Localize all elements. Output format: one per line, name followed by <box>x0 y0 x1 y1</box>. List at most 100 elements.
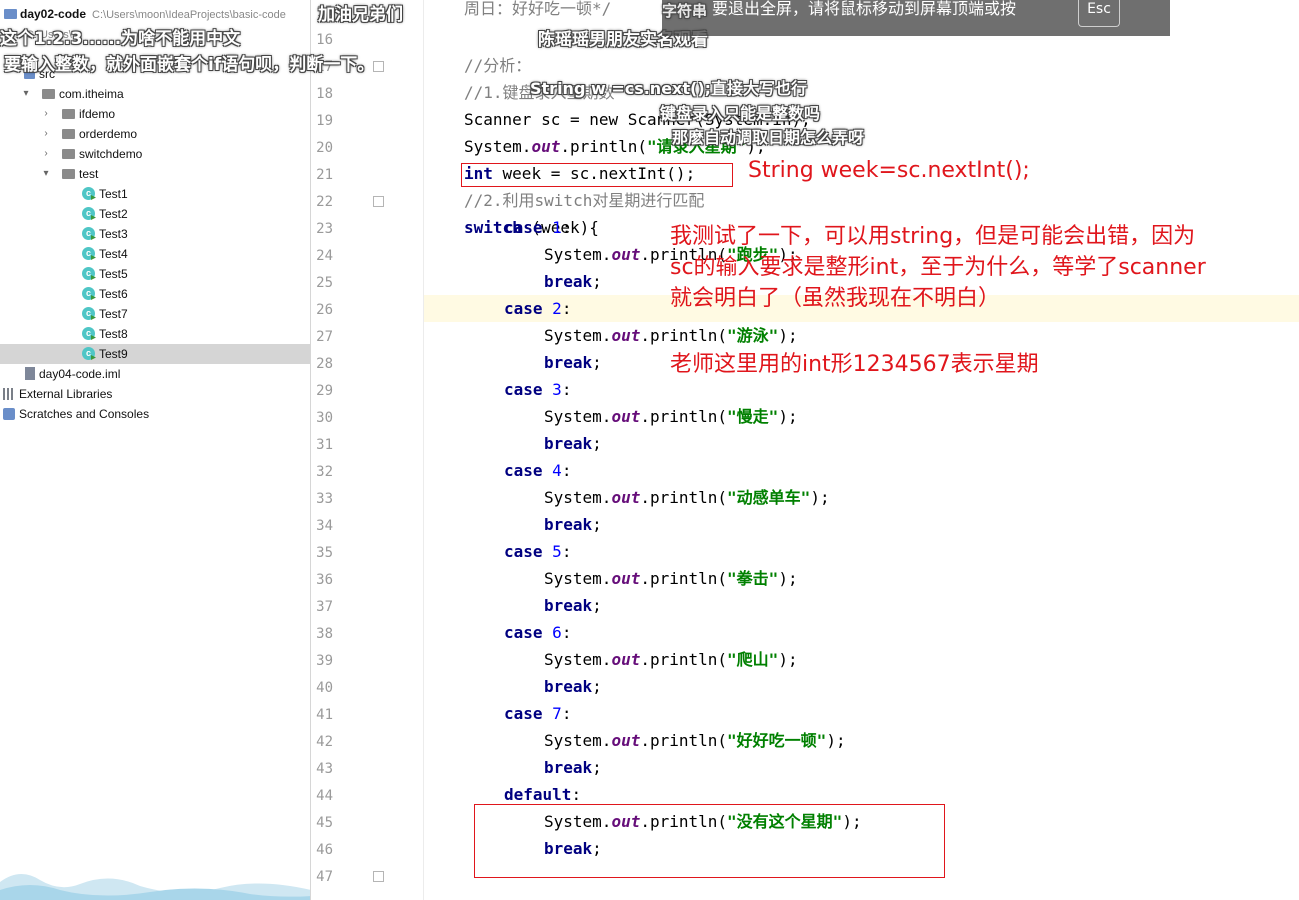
tree-item-scratches[interactable]: Scratches and Consoles <box>0 404 310 424</box>
folder-label: test <box>79 167 99 181</box>
danmaku-comment: 加油兄弟们 <box>318 5 403 25</box>
project-tree: day02-code C:\Users\moon\IdeaProjects\bas… <box>0 0 311 900</box>
code-line-21[interactable]: //2.利用switch对星期进行匹配 <box>464 187 704 214</box>
java-class-icon: c <box>82 287 95 300</box>
case-line[interactable]: case 5: <box>504 538 571 565</box>
annotation-explanation: 我测试了一下，可以用string，但是可能会出错，因为 sc的输入要求是整形in… <box>670 221 1206 314</box>
chevron-right-icon[interactable]: › <box>40 144 52 164</box>
tree-item-folder[interactable]: › orderdemo <box>0 124 310 144</box>
tree-item-day02-code[interactable]: day02-code C:\Users\moon\IdeaProjects\bas… <box>0 4 310 24</box>
tree-item-external-libraries[interactable]: External Libraries <box>0 384 310 404</box>
line-number: 25 <box>316 275 333 291</box>
folder-label: ifdemo <box>79 107 116 121</box>
tree-item-class[interactable]: c Test4 <box>0 244 310 264</box>
tree-item-class[interactable]: c Test2 <box>0 204 310 224</box>
tree-item-class-selected[interactable]: c Test9 <box>0 344 310 364</box>
code-line-15[interactable]: 周日：好好吃一顿*/ <box>464 0 611 22</box>
decorative-wave <box>0 874 310 900</box>
case-line[interactable]: case 3: <box>504 376 571 403</box>
break-line[interactable]: break; <box>544 673 602 700</box>
library-icon <box>3 388 15 400</box>
println-line[interactable]: System.out.println("拳击"); <box>544 565 798 592</box>
tree-item-class[interactable]: c Test1 <box>0 184 310 204</box>
tree-item-iml[interactable]: day04-code.iml <box>0 364 310 384</box>
annotation-teacher-note: 老师这里用的int形1234567表示星期 <box>670 352 1039 377</box>
println-line[interactable]: System.out.println("动感单车"); <box>544 484 830 511</box>
tree-item-folder[interactable]: ▾ test <box>0 164 310 184</box>
fold-marker-icon[interactable] <box>373 61 384 72</box>
fold-marker-icon[interactable] <box>373 871 384 882</box>
tree-item-package[interactable]: ▾ com.itheima <box>0 84 310 104</box>
line-number: 31 <box>316 437 333 453</box>
tree-item-class[interactable]: c Test5 <box>0 264 310 284</box>
line-number: 19 <box>316 113 333 129</box>
external-label: External Libraries <box>19 387 113 401</box>
line-number: 22 <box>316 194 333 210</box>
code-line-16[interactable]: //分析： <box>464 52 531 79</box>
tree-item-class[interactable]: c Test7 <box>0 304 310 324</box>
case-line[interactable]: case 1: <box>504 214 571 241</box>
println-line[interactable]: System.out.println("好好吃一顿"); <box>544 727 846 754</box>
println-line[interactable]: System.out.println("爬山"); <box>544 646 798 673</box>
class-label: Test3 <box>99 227 128 241</box>
tree-item-class[interactable]: c Test6 <box>0 284 310 304</box>
println-line[interactable]: System.out.println("慢走"); <box>544 403 798 430</box>
line-number: 46 <box>316 842 333 858</box>
line-number: 41 <box>316 707 333 723</box>
line-number: 29 <box>316 383 333 399</box>
danmaku-comment: 这个1.2.3......为啥不能用中文 <box>0 29 241 49</box>
danmaku-comment: 要输入整数，就外面嵌套个if语句呗，判断一下。 <box>4 55 375 75</box>
break-line[interactable]: break; <box>544 430 602 457</box>
break-line[interactable]: break; <box>544 592 602 619</box>
tree-item-folder[interactable]: › ifdemo <box>0 104 310 124</box>
line-number: 40 <box>316 680 333 696</box>
class-label: Test8 <box>99 327 128 341</box>
esc-key-hint[interactable]: Esc <box>1078 0 1120 27</box>
case-line[interactable]: case 7: <box>504 700 571 727</box>
break-line[interactable]: break; <box>544 511 602 538</box>
println-line[interactable]: System.out.println("游泳"); <box>544 322 798 349</box>
folder-label: orderdemo <box>79 127 138 141</box>
tree-item-class[interactable]: c Test3 <box>0 224 310 244</box>
chevron-right-icon[interactable]: › <box>40 124 52 144</box>
package-icon <box>62 109 75 119</box>
editor-gutter: 15 16 17 18 19 20 21 22 23 24 25 26 27 28 29 30 31 32 33 34… <box>311 0 424 900</box>
break-line[interactable]: break; <box>544 754 602 781</box>
class-label: Test2 <box>99 207 128 221</box>
line-number: 20 <box>316 140 333 156</box>
scratches-icon <box>3 408 15 420</box>
line-number: 21 <box>316 167 333 183</box>
line-number: 34 <box>316 518 333 534</box>
fullscreen-notice-text: 要退出全屏，请将鼠标移动到屏幕顶端或按 <box>712 0 1017 18</box>
java-class-icon: c <box>82 227 95 240</box>
folder-label: switchdemo <box>79 147 143 161</box>
line-number: 35 <box>316 545 333 561</box>
danmaku-comment: 字符串 <box>662 2 708 20</box>
java-class-icon: c <box>82 327 95 340</box>
project-name: day02-code <box>20 7 87 21</box>
line-number: 43 <box>316 761 333 777</box>
chevron-down-icon[interactable]: ▾ <box>20 84 32 104</box>
line-number: 27 <box>316 329 333 345</box>
break-line[interactable]: break; <box>544 268 602 295</box>
line-number: 37 <box>316 599 333 615</box>
tree-item-folder[interactable]: › switchdemo <box>0 144 310 164</box>
case-line[interactable]: case 4: <box>504 457 571 484</box>
package-icon <box>42 89 55 99</box>
fold-marker-icon[interactable] <box>373 196 384 207</box>
tree-item-class[interactable]: c Test8 <box>0 324 310 344</box>
module-folder-icon <box>4 9 17 19</box>
line-number: 18 <box>316 86 333 102</box>
scratches-label: Scratches and Consoles <box>19 407 150 421</box>
package-icon <box>62 169 75 179</box>
java-class-icon: c <box>82 307 95 320</box>
case-line[interactable]: case 2: <box>504 295 571 322</box>
chevron-right-icon[interactable]: › <box>40 104 52 124</box>
line-number: 44 <box>316 788 333 804</box>
break-line[interactable]: break; <box>544 349 602 376</box>
annotation-string-tip: String week=sc.nextInt(); <box>748 158 1030 183</box>
line-number: 33 <box>316 491 333 507</box>
case-line[interactable]: case 6: <box>504 619 571 646</box>
chevron-down-icon[interactable]: ▾ <box>40 164 52 184</box>
highlight-box-default <box>474 804 945 878</box>
